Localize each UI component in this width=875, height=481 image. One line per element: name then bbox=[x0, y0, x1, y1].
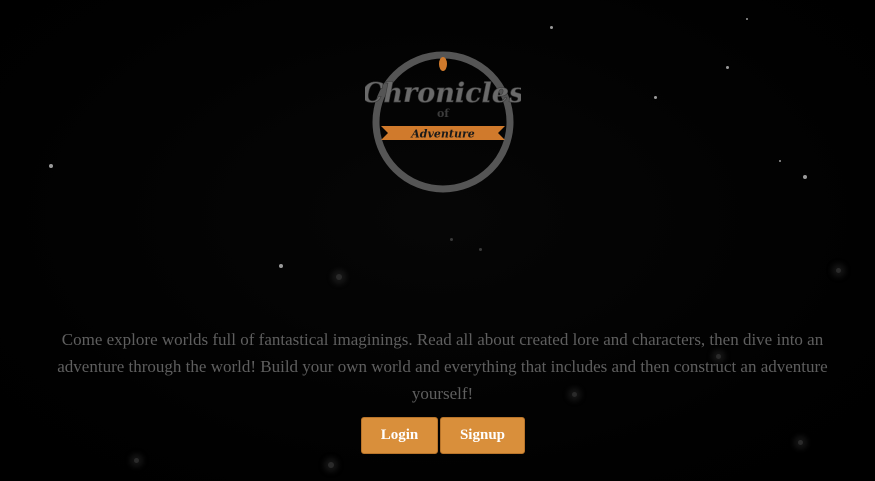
star bbox=[134, 458, 139, 463]
star bbox=[328, 462, 334, 468]
star bbox=[836, 268, 841, 273]
auth-actions: Login Signup bbox=[361, 417, 525, 454]
star bbox=[279, 264, 283, 268]
star bbox=[779, 160, 781, 162]
star bbox=[746, 18, 748, 20]
logo-title: Chronicles bbox=[365, 78, 521, 109]
star bbox=[450, 238, 453, 241]
logo-flame-icon bbox=[439, 57, 447, 71]
star bbox=[803, 175, 807, 179]
logo-ring bbox=[372, 51, 514, 193]
star bbox=[550, 26, 553, 29]
star bbox=[479, 248, 482, 251]
intro-text: Come explore worlds full of fantastical … bbox=[57, 330, 828, 403]
starfield-background: Chronicles of Adventure Come explore wor… bbox=[0, 0, 875, 481]
star bbox=[798, 440, 803, 445]
star bbox=[726, 66, 729, 69]
login-button[interactable]: Login bbox=[361, 417, 438, 454]
logo-of: of bbox=[437, 107, 450, 120]
signup-button[interactable]: Signup bbox=[440, 417, 525, 454]
star bbox=[654, 96, 657, 99]
star bbox=[336, 274, 342, 280]
star bbox=[49, 164, 53, 168]
chronicles-of-adventure-logo: Chronicles of Adventure bbox=[365, 44, 521, 194]
logo-banner-text: Adventure bbox=[410, 128, 475, 141]
